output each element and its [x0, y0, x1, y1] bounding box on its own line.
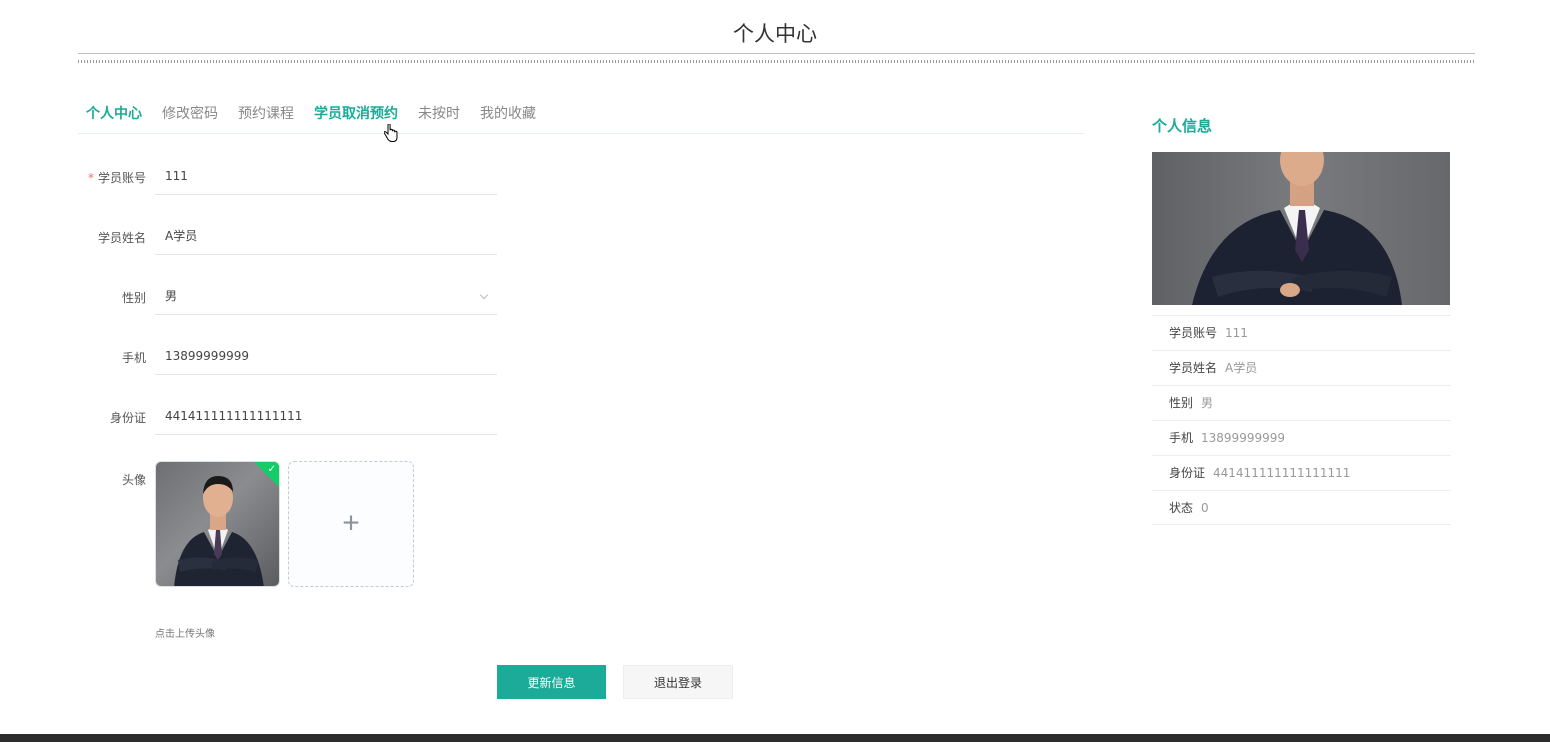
info-row-account: 学员账号 111	[1152, 315, 1451, 350]
info-person-image	[1192, 152, 1402, 305]
info-row-name: 学员姓名 A学员	[1152, 350, 1451, 385]
form-row-account: * 学员账号 111	[80, 157, 497, 197]
footer-bar	[0, 734, 1550, 742]
tab-change-password[interactable]: 修改密码	[154, 101, 218, 133]
form-row-phone: 手机 13899999999	[80, 337, 497, 377]
name-input[interactable]: A学员	[155, 217, 497, 255]
info-avatar-photo	[1152, 152, 1450, 305]
plus-icon: +	[342, 506, 360, 540]
name-label: 学员姓名	[97, 231, 146, 245]
tab-book-course[interactable]: 预约课程	[230, 101, 294, 133]
phone-input[interactable]: 13899999999	[155, 337, 497, 375]
form-row-name: 学员姓名 A学员	[80, 217, 497, 257]
chevron-down-icon	[479, 290, 489, 300]
form-row-gender: 性别 男	[80, 277, 497, 317]
account-label: * 学员账号	[87, 171, 146, 185]
check-icon: ✓	[267, 464, 276, 475]
avatar-person-image	[174, 476, 264, 586]
gender-value: 男	[165, 289, 178, 303]
gender-label: 性别	[121, 291, 146, 305]
info-row-idcard: 身份证 441411111111111111	[1152, 455, 1451, 490]
gender-select[interactable]: 男	[155, 277, 497, 315]
avatar-thumbnail[interactable]: ✓	[155, 461, 280, 587]
tab-favorites[interactable]: 我的收藏	[472, 101, 536, 133]
tab-personal-center[interactable]: 个人中心	[78, 101, 142, 133]
info-row-phone: 手机 13899999999	[1152, 420, 1451, 455]
tab-bar: 个人中心 修改密码 预约课程 学员取消预约 未按时 我的收藏	[78, 101, 1084, 134]
info-row-gender: 性别男	[1152, 385, 1451, 420]
avatar-label: 头像	[121, 473, 146, 487]
account-input[interactable]: 111	[155, 157, 497, 195]
tab-late[interactable]: 未按时	[410, 101, 460, 133]
required-mark: *	[87, 171, 94, 185]
info-panel-title: 个人信息	[1152, 117, 1213, 135]
info-list: 学员账号 111 学员姓名 A学员 性别男 手机 13899999999 身份证 441…	[1152, 315, 1451, 525]
form-row-idcard: 身份证 441411111111111111	[80, 397, 497, 437]
idcard-input[interactable]: 441411111111111111	[155, 397, 497, 435]
phone-label: 手机	[121, 351, 146, 365]
title-divider	[78, 53, 1475, 63]
avatar-upload-button[interactable]: +	[288, 461, 414, 587]
info-row-status: 状态 0	[1152, 490, 1451, 525]
hand-cursor-icon	[384, 124, 398, 142]
upload-tip: 点击上传头像	[155, 629, 215, 640]
idcard-label: 身份证	[109, 411, 146, 425]
update-info-button[interactable]: 更新信息	[497, 665, 606, 699]
page-title: 个人中心	[733, 22, 817, 46]
logout-button[interactable]: 退出登录	[623, 665, 733, 699]
